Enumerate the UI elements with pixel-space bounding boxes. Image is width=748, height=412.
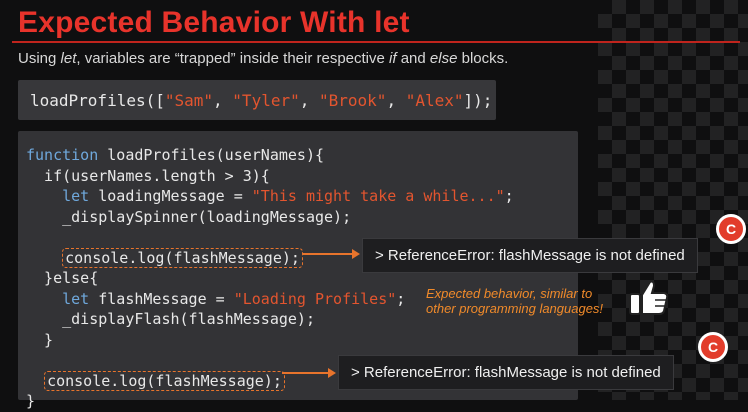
call-fn: loadProfiles([: [30, 91, 165, 110]
c-badge-icon: C: [698, 332, 728, 362]
c-badge-icon: C: [716, 214, 746, 244]
call-sep: ,: [386, 91, 406, 110]
error-output-2: > ReferenceError: flashMessage is not de…: [338, 355, 674, 390]
code-line: _displayFlash(flashMessage);: [26, 310, 315, 328]
subtitle-else: else: [429, 50, 458, 67]
arrow-icon: [302, 249, 360, 259]
string-literal: "This might take a while...": [251, 187, 505, 205]
call-arg: "Tyler": [232, 91, 300, 110]
highlighted-console-log-inside: console.log(flashMessage);: [62, 247, 303, 268]
code-line: }: [26, 330, 54, 349]
code-line: flashMessage =: [89, 289, 234, 308]
subtitle-text: and: [396, 50, 430, 67]
arrow-icon: [282, 368, 336, 378]
code-line: if(userNames.length > 3){: [26, 166, 270, 185]
code-line: _displaySpinner(loadingMessage);: [26, 207, 352, 226]
string-literal: "Loading Profiles": [233, 289, 397, 308]
code-line: loadProfiles(userNames){: [98, 146, 325, 164]
call-sep: ,: [299, 91, 319, 110]
code-line: }: [26, 392, 36, 410]
thumbs-up-icon: [629, 280, 669, 315]
highlighted-console-log-outside: console.log(flashMessage);: [44, 370, 285, 391]
call-arg: "Alex": [405, 91, 464, 110]
error-output-1: > ReferenceError: flashMessage is not de…: [362, 238, 698, 273]
subtitle-text: , variables are “trapped” inside their r…: [76, 50, 390, 67]
code-line: ;: [504, 187, 514, 205]
keyword-let: let: [62, 187, 90, 205]
function-call-box: loadProfiles(["Sam", "Tyler", "Brook", "…: [18, 80, 496, 120]
keyword-function: function: [26, 146, 99, 164]
slide-subtitle: Using let, variables are “trapped” insid…: [18, 50, 508, 67]
slide-title: Expected Behavior With let: [18, 6, 410, 39]
code-line: }else{: [26, 269, 99, 287]
annotation-line: Expected behavior, similar to: [426, 286, 593, 301]
call-end: ]);: [463, 91, 493, 110]
title-divider: [12, 41, 740, 43]
code-line: ;: [396, 289, 406, 308]
call-sep: ,: [213, 91, 233, 110]
subtitle-text: Using: [18, 50, 61, 67]
subtitle-let: let: [60, 50, 77, 67]
keyword-let: let: [62, 289, 90, 308]
code-line: loadingMessage =: [89, 187, 252, 205]
annotation-line: other programming languages!: [426, 301, 604, 316]
annotation-note: Expected behavior, similar to other prog…: [426, 286, 603, 316]
call-arg: "Brook": [319, 91, 387, 110]
call-arg: "Sam": [164, 91, 214, 110]
function-call-line: loadProfiles(["Sam", "Tyler", "Brook", "…: [30, 91, 492, 110]
subtitle-if: if: [389, 50, 397, 67]
subtitle-text: blocks.: [457, 50, 509, 67]
